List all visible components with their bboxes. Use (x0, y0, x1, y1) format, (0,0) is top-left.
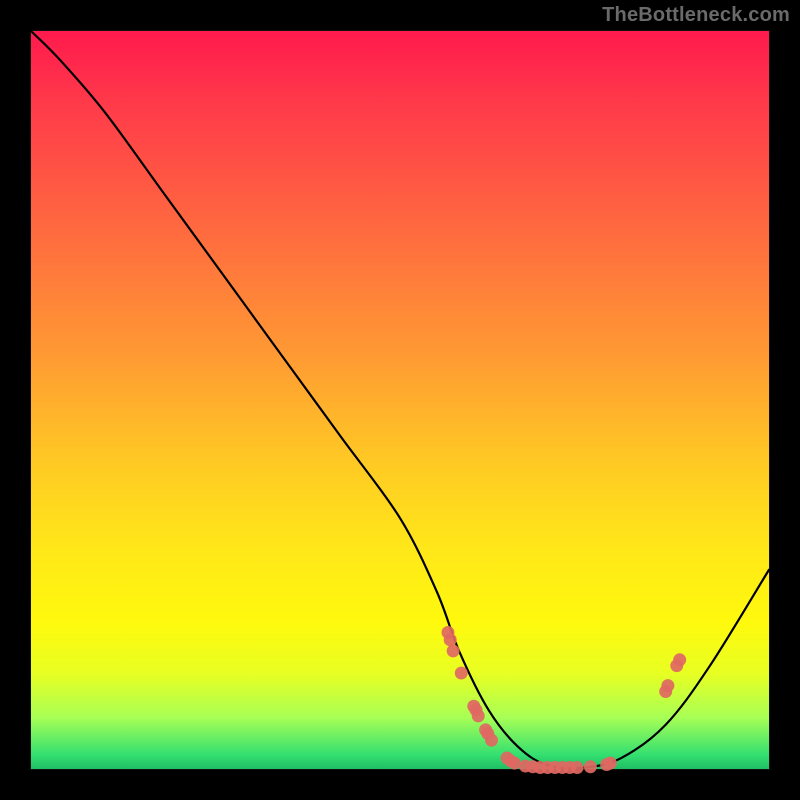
data-marker (444, 633, 457, 646)
chart-frame: TheBottleneck.com (0, 0, 800, 800)
marker-group (441, 626, 686, 774)
data-marker (673, 653, 686, 666)
data-marker (584, 760, 597, 773)
plot-area (30, 30, 770, 770)
data-marker (485, 734, 498, 747)
watermark-text: TheBottleneck.com (602, 4, 790, 27)
data-marker (472, 709, 485, 722)
bottleneck-curve (31, 31, 769, 768)
data-marker (571, 761, 584, 774)
data-marker (447, 644, 460, 657)
data-marker (604, 757, 617, 770)
curve-svg (31, 31, 769, 769)
data-marker (508, 757, 521, 770)
data-marker (455, 667, 468, 680)
data-marker (661, 679, 674, 692)
